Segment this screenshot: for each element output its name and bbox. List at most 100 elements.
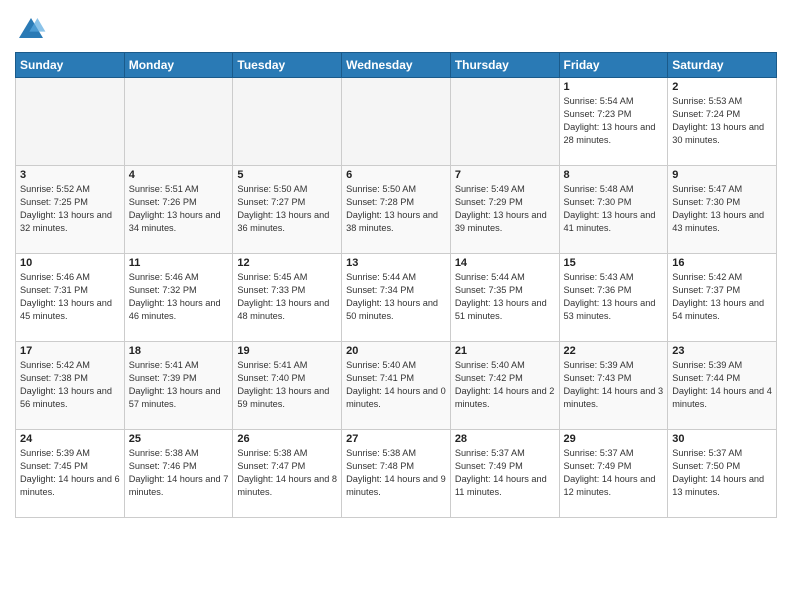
calendar-cell (450, 78, 559, 166)
day-info: Sunrise: 5:38 AMSunset: 7:47 PMDaylight:… (237, 447, 337, 499)
calendar-cell: 16 Sunrise: 5:42 AMSunset: 7:37 PMDayligh… (668, 254, 777, 342)
calendar-cell: 24 Sunrise: 5:39 AMSunset: 7:45 PMDayligh… (16, 430, 125, 518)
calendar-cell: 21 Sunrise: 5:40 AMSunset: 7:42 PMDayligh… (450, 342, 559, 430)
calendar-cell: 7Sunrise: 5:49 AMSunset: 7:29 PMDaylight… (450, 166, 559, 254)
calendar-cell: 6 Sunrise: 5:50 AMSunset: 7:28 PMDaylight… (342, 166, 451, 254)
day-number: 8 (564, 169, 664, 181)
header-saturday: Saturday (668, 53, 777, 78)
logo-icon (15, 14, 47, 46)
day-number: 26 (237, 433, 337, 445)
day-number: 2 (672, 81, 772, 93)
day-info: Sunrise: 5:48 AMSunset: 7:30 PMDaylight:… (564, 183, 664, 235)
header-friday: Friday (559, 53, 668, 78)
calendar-cell: 15Sunrise: 5:43 AMSunset: 7:36 PMDayligh… (559, 254, 668, 342)
day-number: 6 (346, 169, 446, 181)
day-number: 20 (346, 345, 446, 357)
calendar-cell: 5 Sunrise: 5:50 AMSunset: 7:27 PMDaylight… (233, 166, 342, 254)
calendar-cell: 13 Sunrise: 5:44 AMSunset: 7:34 PMDayligh… (342, 254, 451, 342)
calendar-week-row: 10 Sunrise: 5:46 AMSunset: 7:31 PMDayligh… (16, 254, 777, 342)
day-info: Sunrise: 5:44 AMSunset: 7:34 PMDaylight:… (346, 271, 446, 323)
day-info: Sunrise: 5:45 AMSunset: 7:33 PMDaylight:… (237, 271, 337, 323)
day-number: 12 (237, 257, 337, 269)
calendar-cell: 2 Sunrise: 5:53 AMSunset: 7:24 PMDaylight… (668, 78, 777, 166)
calendar-cell: 22 Sunrise: 5:39 AMSunset: 7:43 PMDayligh… (559, 342, 668, 430)
calendar-cell (124, 78, 233, 166)
header-wednesday: Wednesday (342, 53, 451, 78)
day-info: Sunrise: 5:42 AMSunset: 7:38 PMDaylight:… (20, 359, 120, 411)
calendar-cell: 26 Sunrise: 5:38 AMSunset: 7:47 PMDayligh… (233, 430, 342, 518)
day-number: 24 (20, 433, 120, 445)
day-number: 5 (237, 169, 337, 181)
day-info: Sunrise: 5:54 AMSunset: 7:23 PMDaylight:… (564, 95, 664, 147)
day-number: 13 (346, 257, 446, 269)
day-number: 10 (20, 257, 120, 269)
day-number: 1 (564, 81, 664, 93)
day-info: Sunrise: 5:44 AMSunset: 7:35 PMDaylight:… (455, 271, 555, 323)
header-sunday: Sunday (16, 53, 125, 78)
calendar-cell: 28 Sunrise: 5:37 AMSunset: 7:49 PMDayligh… (450, 430, 559, 518)
calendar-week-row: 24 Sunrise: 5:39 AMSunset: 7:45 PMDayligh… (16, 430, 777, 518)
calendar-cell: 8 Sunrise: 5:48 AMSunset: 7:30 PMDaylight… (559, 166, 668, 254)
calendar-cell: 27 Sunrise: 5:38 AMSunset: 7:48 PMDayligh… (342, 430, 451, 518)
calendar-cell: 20 Sunrise: 5:40 AMSunset: 7:41 PMDayligh… (342, 342, 451, 430)
calendar-cell: 1 Sunrise: 5:54 AMSunset: 7:23 PMDaylight… (559, 78, 668, 166)
day-info: Sunrise: 5:52 AMSunset: 7:25 PMDaylight:… (20, 183, 120, 235)
day-info: Sunrise: 5:50 AMSunset: 7:28 PMDaylight:… (346, 183, 446, 235)
calendar-cell: 18 Sunrise: 5:41 AMSunset: 7:39 PMDayligh… (124, 342, 233, 430)
calendar-cell: 4Sunrise: 5:51 AMSunset: 7:26 PMDaylight… (124, 166, 233, 254)
header-monday: Monday (124, 53, 233, 78)
calendar-cell: 19 Sunrise: 5:41 AMSunset: 7:40 PMDayligh… (233, 342, 342, 430)
page-header (15, 10, 777, 46)
day-number: 16 (672, 257, 772, 269)
day-number: 19 (237, 345, 337, 357)
day-number: 14 (455, 257, 555, 269)
day-info: Sunrise: 5:37 AMSunset: 7:49 PMDaylight:… (564, 447, 664, 499)
calendar-cell: 30 Sunrise: 5:37 AMSunset: 7:50 PMDayligh… (668, 430, 777, 518)
day-number: 18 (129, 345, 229, 357)
day-info: Sunrise: 5:42 AMSunset: 7:37 PMDaylight:… (672, 271, 772, 323)
day-number: 25 (129, 433, 229, 445)
header-thursday: Thursday (450, 53, 559, 78)
day-info: Sunrise: 5:49 AMSunset: 7:29 PMDaylight:… (455, 183, 555, 235)
day-info: Sunrise: 5:40 AMSunset: 7:41 PMDaylight:… (346, 359, 446, 411)
calendar-cell: 11 Sunrise: 5:46 AMSunset: 7:32 PMDayligh… (124, 254, 233, 342)
day-number: 15 (564, 257, 664, 269)
day-info: Sunrise: 5:47 AMSunset: 7:30 PMDaylight:… (672, 183, 772, 235)
day-info: Sunrise: 5:46 AMSunset: 7:32 PMDaylight:… (129, 271, 229, 323)
calendar-week-row: 3Sunrise: 5:52 AMSunset: 7:25 PMDaylight… (16, 166, 777, 254)
calendar-table: Sunday Monday Tuesday Wednesday Thursday… (15, 52, 777, 518)
day-info: Sunrise: 5:50 AMSunset: 7:27 PMDaylight:… (237, 183, 337, 235)
day-number: 28 (455, 433, 555, 445)
day-info: Sunrise: 5:38 AMSunset: 7:48 PMDaylight:… (346, 447, 446, 499)
day-info: Sunrise: 5:39 AMSunset: 7:43 PMDaylight:… (564, 359, 664, 411)
calendar-cell (16, 78, 125, 166)
day-number: 9 (672, 169, 772, 181)
day-info: Sunrise: 5:37 AMSunset: 7:49 PMDaylight:… (455, 447, 555, 499)
calendar-cell: 17Sunrise: 5:42 AMSunset: 7:38 PMDayligh… (16, 342, 125, 430)
day-info: Sunrise: 5:41 AMSunset: 7:39 PMDaylight:… (129, 359, 229, 411)
calendar-page: Sunday Monday Tuesday Wednesday Thursday… (0, 0, 792, 612)
day-number: 29 (564, 433, 664, 445)
calendar-cell (233, 78, 342, 166)
day-info: Sunrise: 5:39 AMSunset: 7:45 PMDaylight:… (20, 447, 120, 499)
day-number: 11 (129, 257, 229, 269)
calendar-cell: 9 Sunrise: 5:47 AMSunset: 7:30 PMDaylight… (668, 166, 777, 254)
day-number: 30 (672, 433, 772, 445)
calendar-cell: 25Sunrise: 5:38 AMSunset: 7:46 PMDayligh… (124, 430, 233, 518)
day-info: Sunrise: 5:39 AMSunset: 7:44 PMDaylight:… (672, 359, 772, 411)
day-info: Sunrise: 5:53 AMSunset: 7:24 PMDaylight:… (672, 95, 772, 147)
day-info: Sunrise: 5:40 AMSunset: 7:42 PMDaylight:… (455, 359, 555, 411)
calendar-week-row: 1 Sunrise: 5:54 AMSunset: 7:23 PMDaylight… (16, 78, 777, 166)
day-number: 22 (564, 345, 664, 357)
day-info: Sunrise: 5:46 AMSunset: 7:31 PMDaylight:… (20, 271, 120, 323)
calendar-cell (342, 78, 451, 166)
calendar-week-row: 17Sunrise: 5:42 AMSunset: 7:38 PMDayligh… (16, 342, 777, 430)
calendar-cell: 12 Sunrise: 5:45 AMSunset: 7:33 PMDayligh… (233, 254, 342, 342)
logo (15, 14, 51, 46)
day-number: 21 (455, 345, 555, 357)
day-number: 27 (346, 433, 446, 445)
calendar-cell: 14 Sunrise: 5:44 AMSunset: 7:35 PMDayligh… (450, 254, 559, 342)
day-info: Sunrise: 5:41 AMSunset: 7:40 PMDaylight:… (237, 359, 337, 411)
day-info: Sunrise: 5:37 AMSunset: 7:50 PMDaylight:… (672, 447, 772, 499)
calendar-cell: 29 Sunrise: 5:37 AMSunset: 7:49 PMDayligh… (559, 430, 668, 518)
